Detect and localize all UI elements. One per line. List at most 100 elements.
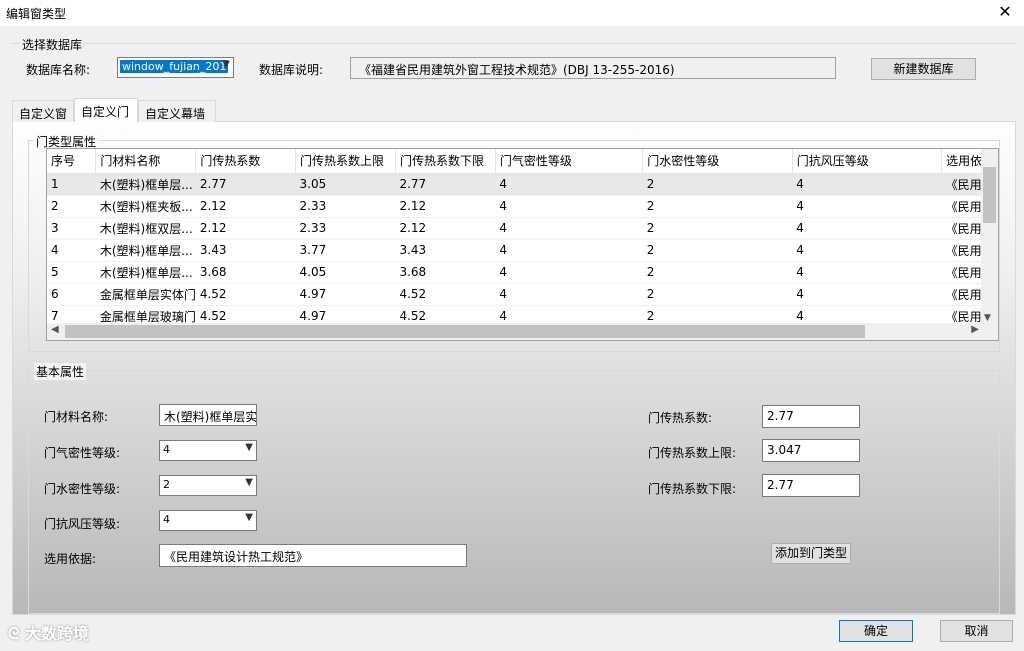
table-cell: 3.05 [295,173,396,196]
table-cell: 4 [792,283,942,306]
table-cell: 3 [47,217,96,240]
water-tightness-select[interactable]: 2 ▼ [159,475,257,496]
column-header[interactable]: 门水密性等级 [642,149,793,174]
u-value-label: 门传热系数: [648,411,713,425]
table-cell: 3.43 [195,239,296,262]
table-cell: 2 [642,173,793,196]
material-name-label: 门材料名称: [44,410,109,424]
close-icon[interactable]: ✕ [994,2,1016,24]
column-header[interactable]: 门传热系数 [195,149,297,174]
watermark-logo: ᘓ 大数跨境 [8,620,89,644]
table-cell: 4 [792,217,942,240]
table-horizontal-scrollbar[interactable]: ◀ ▶ [47,323,983,340]
table-header-row: 序号 门材料名称 门传热系数 门传热系数上限 门传热系数下限 门气密性等级 门水… [47,149,998,174]
table-cell: 4 [495,239,643,262]
table-cell: 2 [642,217,793,240]
cancel-button[interactable]: 取消 [940,620,1013,642]
column-header[interactable]: 序号 [47,149,97,174]
table-cell: 4 [495,283,643,306]
chevron-down-icon: ▼ [245,442,253,453]
database-group-label: 选择数据库 [20,36,85,53]
table-cell: 4 [495,173,643,196]
material-name-input[interactable]: 木(塑料)框单层实 [159,404,257,426]
tab-custom-door[interactable]: 自定义门 [74,98,138,122]
u-value-input[interactable]: 2.77 [762,405,860,428]
scroll-thumb[interactable] [65,325,865,338]
table-cell: 4 [792,239,942,262]
table-cell: 2.33 [295,217,396,240]
chevron-down-icon[interactable]: ▼ [984,313,991,323]
table-cell: 1 [47,173,96,196]
table-cell: 木(塑料)框夹板... [95,195,196,218]
scroll-corner [981,323,998,340]
database-desc-field: 《福建省民用建筑外窗工程技术规范》(DBJ 13-255-2016) [350,57,836,79]
tab-custom-window[interactable]: 自定义窗 [12,100,74,122]
table-cell: 3.43 [395,239,496,262]
table-cell: 2 [642,195,793,218]
table-cell: 2 [642,283,793,306]
table-row[interactable]: 5 木(塑料)框单层... 3.68 4.05 3.68 4 2 4 《民用 [47,261,998,284]
table-cell: 2.12 [195,195,296,218]
table-cell: 2.33 [295,195,396,218]
watermark-icon: ᘓ [8,624,20,643]
air-tightness-value: 4 [163,443,170,456]
table-cell: 木(塑料)框单层... [95,173,196,196]
chevron-down-icon: ▼ [245,477,253,488]
u-min-input[interactable]: 2.77 [762,474,860,497]
add-to-door-types-button[interactable]: 添加到门类型 [771,543,851,564]
new-database-button[interactable]: 新建数据库 [871,58,976,80]
table-cell: 4.52 [395,283,496,306]
table-cell: 4.52 [195,283,296,306]
table-cell: 木(塑料)框单层... [95,239,196,262]
scroll-thumb[interactable] [983,167,996,223]
table-cell: 4 [792,261,942,284]
table-cell: 4 [792,195,942,218]
table-cell: 2 [642,239,793,262]
selection-basis-input[interactable]: 《民用建筑设计热工规范》 [159,544,467,567]
tab-custom-curtain-wall[interactable]: 自定义幕墙 [138,100,216,122]
title-bar: 编辑窗类型 ✕ [0,0,1024,26]
chevron-down-icon: ▼ [222,59,230,70]
table-vertical-scrollbar[interactable]: ▼ [981,149,998,325]
chevron-right-icon[interactable]: ▶ [971,324,979,335]
air-tightness-select[interactable]: 4 ▼ [159,440,257,461]
table-row[interactable]: 6 金属框单层实体门 4.52 4.97 4.52 4 2 4 《民用 [47,283,998,306]
column-header[interactable]: 门传热系数下限 [395,149,496,174]
basic-properties-group-label: 基本属性 [34,363,87,380]
table-cell: 2.12 [395,217,496,240]
table-cell: 3.68 [195,261,296,284]
table-cell: 4.97 [295,283,396,306]
selection-basis-label: 选用依据: [44,552,97,566]
chevron-down-icon: ▼ [245,512,253,523]
window-title: 编辑窗类型 [6,7,67,21]
table-cell: 4 [495,261,643,284]
u-max-input[interactable]: 3.047 [762,439,860,462]
door-types-table[interactable]: 序号 门材料名称 门传热系数 门传热系数上限 门传热系数下限 门气密性等级 门水… [46,148,999,341]
water-tightness-value: 2 [163,478,170,491]
table-cell: 4 [47,239,96,262]
table-row[interactable]: 3 木(塑料)框双层... 2.12 2.33 2.12 4 2 4 《民用 [47,217,998,240]
table-cell: 木(塑料)框双层... [95,217,196,240]
column-header[interactable]: 门抗风压等级 [792,149,943,174]
database-name-select[interactable]: window_fujian_201 ▼ [117,57,234,78]
chevron-left-icon[interactable]: ◀ [51,324,59,335]
column-header[interactable]: 门传热系数上限 [295,149,396,174]
table-cell: 2 [47,195,96,218]
database-name-value: window_fujian_201 [120,60,229,73]
table-cell: 5 [47,261,96,284]
table-row[interactable]: 4 木(塑料)框单层... 3.43 3.77 3.43 4 2 4 《民用 [47,239,998,262]
table-row[interactable]: 2 木(塑料)框夹板... 2.12 2.33 2.12 4 2 4 《民用 [47,195,998,218]
table-cell: 2 [642,261,793,284]
wind-pressure-value: 4 [163,513,170,526]
u-min-label: 门传热系数下限: [648,482,737,496]
table-row[interactable]: 1 木(塑料)框单层... 2.77 3.05 2.77 4 2 4 《民用 [47,173,998,196]
table-cell: 2.12 [195,217,296,240]
column-header[interactable]: 门材料名称 [95,149,197,174]
wind-pressure-select[interactable]: 4 ▼ [159,510,257,531]
table-cell: 4 [495,217,643,240]
watermark-text: 大数跨境 [24,624,89,643]
table-cell: 4 [495,195,643,218]
table-cell: 4 [792,173,942,196]
ok-button[interactable]: 确定 [839,620,913,642]
column-header[interactable]: 门气密性等级 [495,149,644,174]
